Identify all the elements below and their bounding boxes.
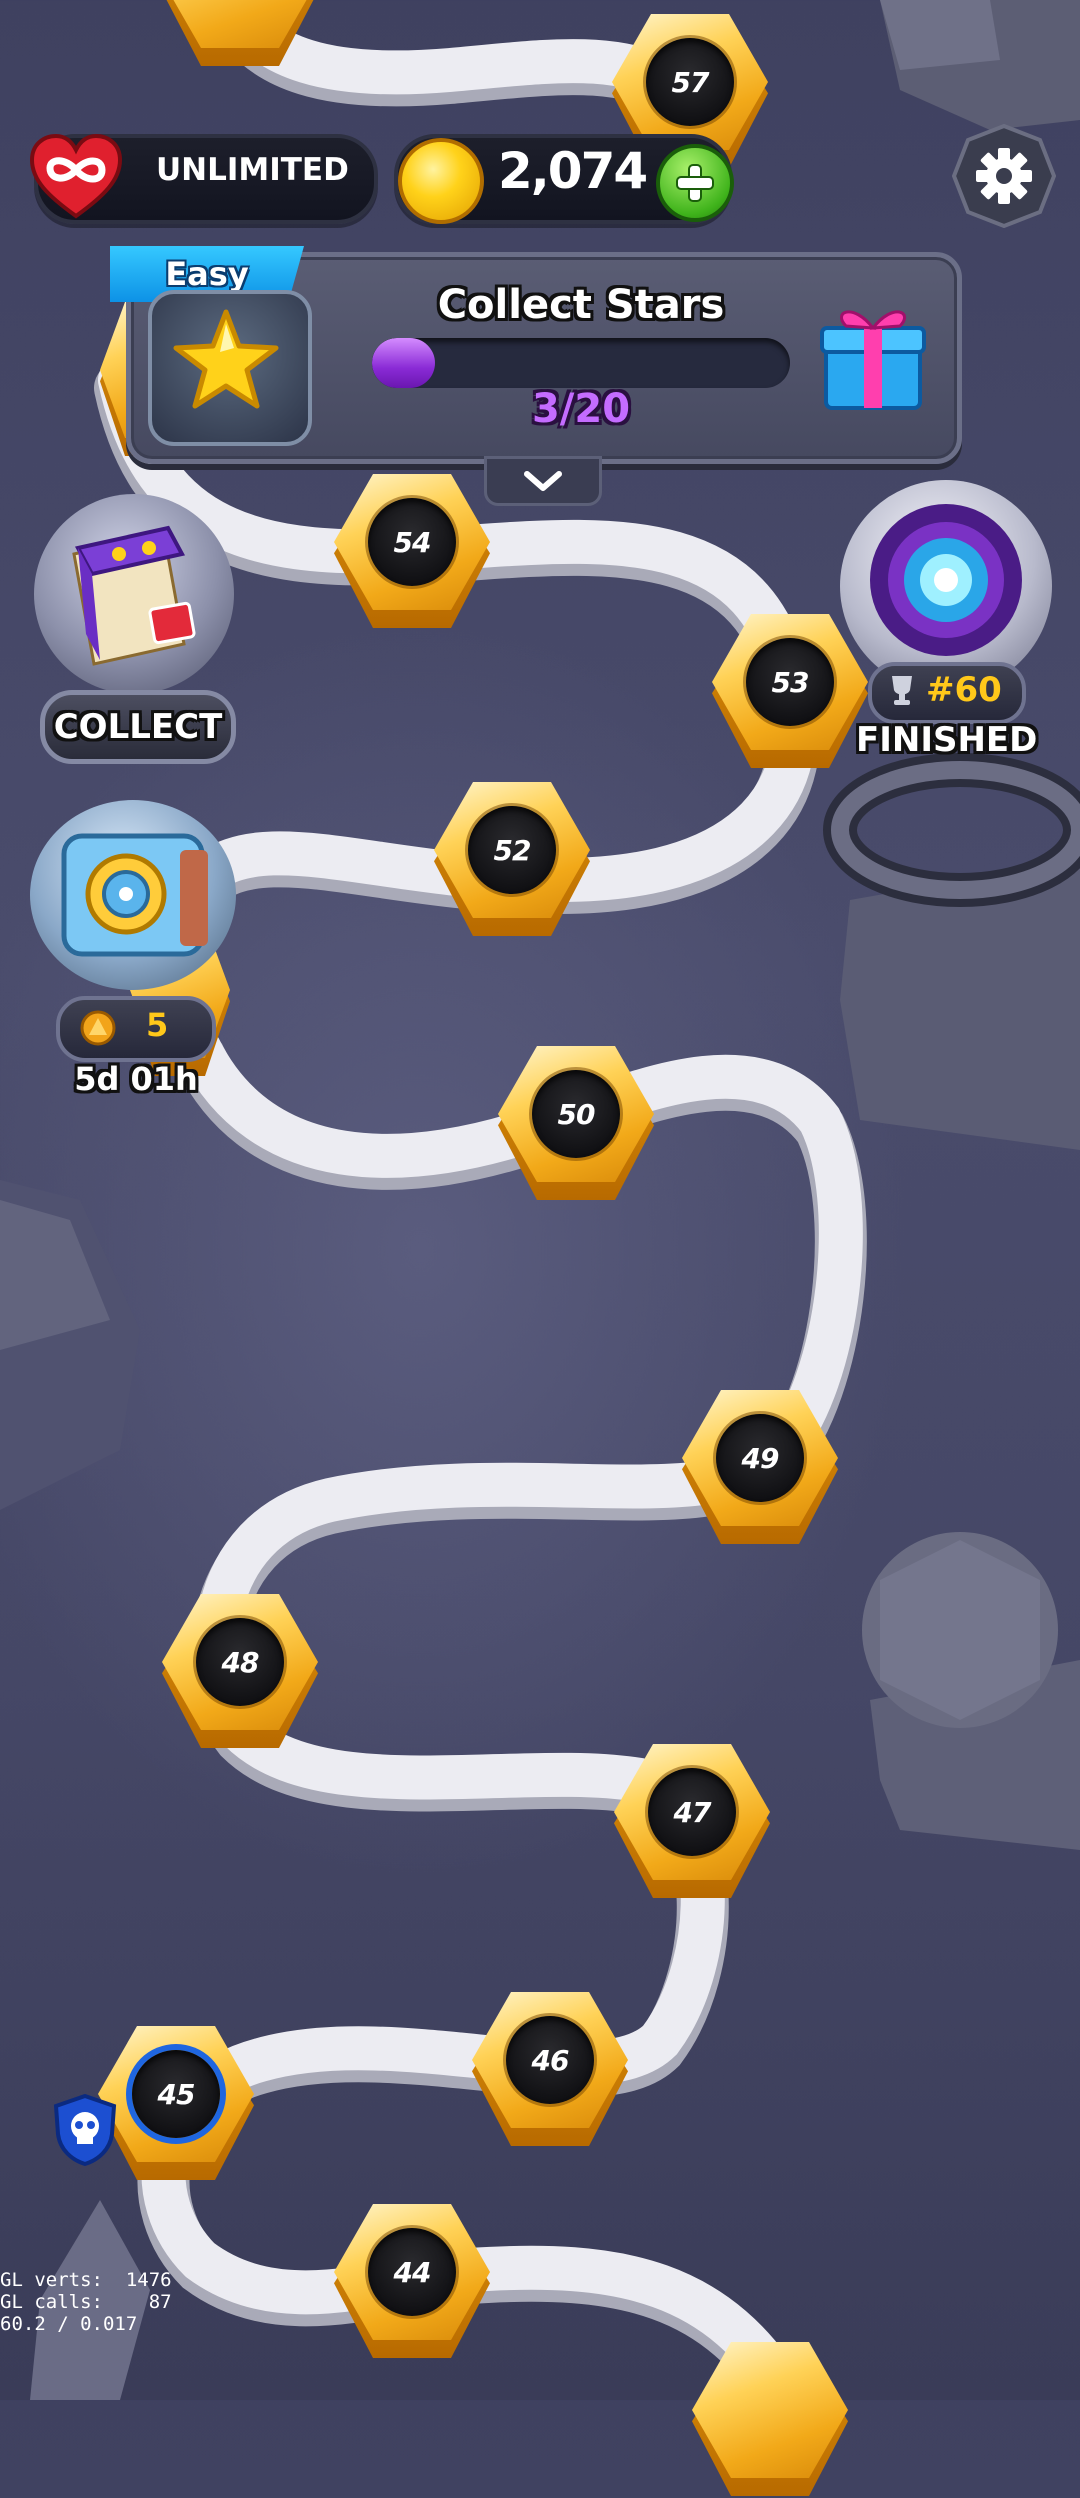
level-node-54[interactable]: 54 <box>334 474 490 630</box>
level-node-49[interactable]: 49 <box>682 1390 838 1546</box>
level-node-48[interactable]: 48 <box>162 1594 318 1750</box>
level-node-45-current[interactable]: 45 <box>98 2026 254 2182</box>
level-number: 44 <box>393 2255 432 2289</box>
vault-timer: 5d 01h <box>74 1060 198 1098</box>
book-icon <box>72 525 196 666</box>
level-node-47[interactable]: 47 <box>614 1744 770 1900</box>
debug-gl-verts: GL verts: 1476 <box>0 2269 172 2291</box>
rank-status: FINISHED <box>856 720 1038 760</box>
rank-value: #60 <box>926 670 1002 710</box>
level-number: 49 <box>741 1441 780 1475</box>
level-node-50[interactable]: 50 <box>498 1046 654 1202</box>
level-number: 50 <box>557 1097 596 1131</box>
quest-expand-button[interactable] <box>484 456 602 506</box>
difficulty-label: Easy <box>165 255 249 293</box>
book-event-bubble[interactable] <box>34 494 234 694</box>
debug-gl-calls: GL calls: 87 <box>0 2291 172 2313</box>
quest-progress-fill <box>372 338 435 388</box>
level-number: 45 <box>157 2077 196 2111</box>
lives-label: UNLIMITED <box>156 152 349 188</box>
quest-progress-bar <box>372 338 790 388</box>
token-icon <box>80 1010 116 1046</box>
trophy-icon <box>892 676 912 705</box>
level-number: 53 <box>771 665 810 699</box>
vault-icon <box>61 833 208 957</box>
level-node-44[interactable]: 44 <box>334 2204 490 2360</box>
level-number: 46 <box>531 2043 570 2077</box>
portal-event-bubble[interactable] <box>840 480 1052 692</box>
level-number: 52 <box>493 833 532 867</box>
debug-fps: 60.2 / 0.017 <box>0 2313 138 2335</box>
quest-progress-text: 3/20 <box>531 386 631 432</box>
level-number: 54 <box>393 525 432 559</box>
coin-count: 2,074 <box>498 142 648 200</box>
vault-event-bubble[interactable] <box>30 800 236 990</box>
vault-cost: 5 <box>146 1006 169 1044</box>
gear-icon[interactable] <box>952 124 1056 228</box>
vault-cost-pill: 5 <box>56 996 216 1062</box>
level-number: 47 <box>673 1795 712 1829</box>
collect-label: COLLECT <box>53 707 223 747</box>
add-coins-button[interactable] <box>656 144 734 222</box>
star-icon <box>173 309 279 409</box>
chevron-down-icon <box>524 471 562 491</box>
level-node-46[interactable]: 46 <box>472 1992 628 2148</box>
plus-icon <box>676 164 714 202</box>
level-number: 57 <box>671 65 710 99</box>
collect-button[interactable]: COLLECT <box>40 690 236 764</box>
level-node-52[interactable]: 52 <box>434 782 590 938</box>
level-node-hidden[interactable] <box>692 2342 848 2498</box>
quest-title: Collect Stars <box>437 282 725 328</box>
level-number: 48 <box>221 1645 260 1679</box>
heart-infinity-icon <box>29 133 123 219</box>
coin-icon <box>398 138 484 224</box>
portal-icon <box>870 504 1022 656</box>
level-node-hidden[interactable] <box>162 0 318 68</box>
gift-icon[interactable] <box>818 298 928 414</box>
rank-pill: #60 <box>868 662 1026 724</box>
skull-shield-icon <box>53 2094 117 2166</box>
quest-icon-box <box>148 290 312 446</box>
